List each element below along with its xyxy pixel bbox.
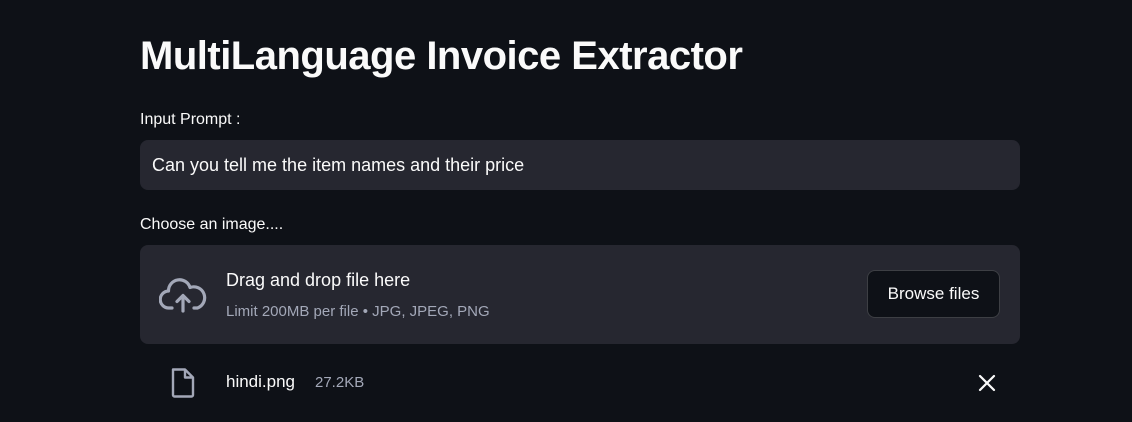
file-icon — [170, 367, 196, 399]
dropzone-limit-text: Limit 200MB per file • JPG, JPEG, PNG — [226, 303, 490, 320]
uploaded-file-size: 27.2KB — [315, 374, 365, 391]
dropzone-instructions: Drag and drop file here — [226, 270, 411, 290]
uploaded-file-item: hindi.png 27.2KB — [140, 360, 1020, 406]
file-dropzone[interactable]: Drag and drop file here Limit 200MB per … — [140, 245, 1020, 344]
uploaded-file-name: hindi.png — [226, 372, 296, 391]
close-icon — [978, 374, 996, 392]
page-title: MultiLanguage Invoice Extractor — [140, 34, 743, 78]
cloud-upload-icon — [158, 275, 207, 315]
input-prompt-label: Input Prompt : — [140, 111, 241, 128]
remove-file-button[interactable] — [976, 372, 998, 394]
file-uploader-label: Choose an image.... — [140, 216, 284, 233]
input-prompt-field[interactable] — [140, 140, 1020, 190]
browse-files-button[interactable]: Browse files — [867, 270, 1000, 318]
